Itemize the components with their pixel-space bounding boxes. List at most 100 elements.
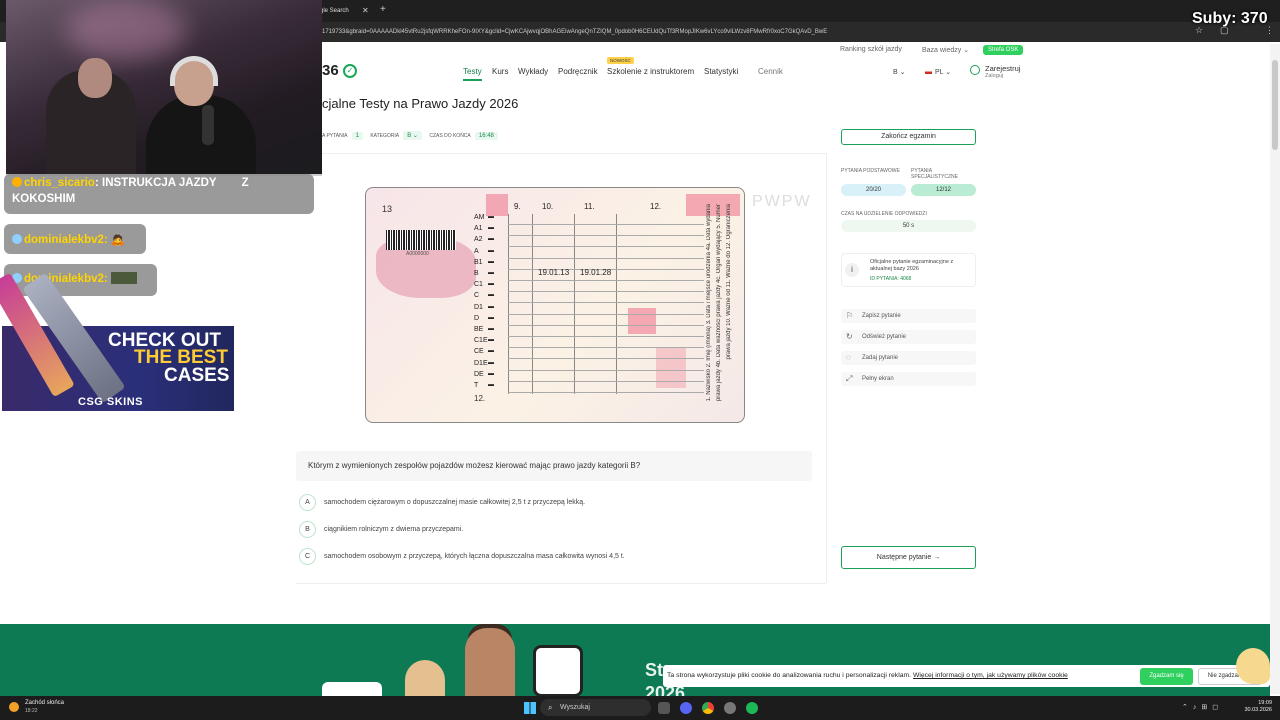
answer-c-text[interactable]: samochodem osobowym z przyczepą, których…: [324, 553, 625, 560]
user-icon[interactable]: [970, 65, 980, 75]
licence-category-label: BE: [474, 326, 484, 333]
grid-line: [508, 214, 509, 394]
new-tab-icon[interactable]: +: [380, 2, 386, 18]
grid-line: [508, 392, 704, 393]
licence-category-label: D1E: [474, 359, 488, 367]
webcam-light: [66, 0, 186, 60]
vehicle-icon: ▬: [488, 225, 494, 232]
end-exam-button[interactable]: Zakończ egzamin: [841, 129, 976, 145]
grid-line: [616, 214, 617, 394]
banner-person: [405, 660, 445, 700]
baza-wiedzy-link[interactable]: Baza wiedzy ⌄: [922, 46, 969, 54]
side-legend-3: prawa jazdy 10. Ważne od 11. Ważne do 12…: [726, 204, 732, 360]
language-select[interactable]: PL ⌄: [935, 68, 951, 76]
licence-category-label: D: [474, 314, 480, 322]
question-text: Którym z wymienionych zespołów pojazdów …: [308, 461, 641, 470]
grid-line: [508, 380, 704, 382]
chrome-icon[interactable]: [702, 702, 714, 714]
strefa-osk-button[interactable]: Strefa OSK: [983, 45, 1024, 55]
bookmark-icon: ⚐: [846, 311, 854, 320]
basic-questions-value: 20/20: [841, 184, 906, 196]
app-icon[interactable]: [724, 702, 736, 714]
baza-wiedzy-label: Baza wiedzy: [922, 47, 962, 54]
ask-question-button[interactable]: ◌ Zadaj pytanie: [841, 351, 976, 365]
date-valid-from: 19.01.13: [538, 268, 570, 277]
question-number: 1: [351, 132, 363, 140]
refresh-question-label: Odśwież pytanie: [862, 334, 907, 340]
chat-message: chris_sicario: INSTRUKCJA JAZDY Z KOKOSH…: [4, 174, 314, 214]
tab-close-icon[interactable]: ✕: [362, 3, 369, 19]
nav-statystyki[interactable]: Statystyki: [704, 67, 738, 76]
support-chat-icon[interactable]: [1236, 648, 1270, 684]
answer-b-button[interactable]: B: [299, 521, 316, 538]
spotify-icon[interactable]: [746, 702, 758, 714]
nav-wyklady[interactable]: Wykłady: [518, 67, 548, 76]
refresh-question-button[interactable]: ↻ Odśwież pytanie: [841, 330, 976, 344]
nav-podrecznik[interactable]: Podręcznik: [558, 67, 598, 76]
task-view-icon[interactable]: [658, 702, 670, 714]
banner-headline: St: [645, 660, 663, 680]
vehicle-icon: ▬: [488, 382, 494, 388]
ranking-link[interactable]: Ranking szkół jazdy: [840, 46, 902, 53]
ask-question-label: Zadaj pytanie: [862, 355, 899, 361]
next-question-button[interactable]: Następne pytanie →: [841, 546, 976, 569]
weather-icon[interactable]: [9, 702, 19, 712]
category-value[interactable]: B ⌄: [403, 131, 422, 140]
answer-c-button[interactable]: C: [299, 548, 316, 565]
logo[interactable]: 36: [322, 62, 339, 79]
grid-line: [574, 214, 575, 394]
vehicle-icon: ▬: [488, 370, 494, 377]
scrollbar-thumb[interactable]: [1272, 60, 1278, 150]
vehicle-icon: ▬: [488, 337, 494, 344]
grid-line: [508, 246, 704, 248]
answer-b-text[interactable]: ciągnikiem rolniczym z dwiema przyczepam…: [324, 526, 463, 533]
webcam-overlay: [6, 0, 322, 176]
nav-kurs[interactable]: Kurs: [492, 67, 508, 76]
cookie-info-link[interactable]: Więcej informacji o tym, jak używamy pli…: [913, 672, 1068, 679]
licence-field-13: 13: [382, 204, 393, 214]
basic-questions-label: PYTANIA PODSTAWOWE: [841, 168, 900, 174]
url-text[interactable]: 1719733&gbraid=0AAAAADkl45vtRu2jsfqWRRKh…: [322, 26, 827, 38]
chat-text: Z: [241, 177, 249, 189]
col-10-header: 10.: [542, 202, 554, 211]
licence-category-label: AM: [474, 214, 485, 221]
banner-phone: [533, 645, 583, 697]
system-tray[interactable]: ⌃♪⊞◻: [1182, 703, 1223, 711]
register-link[interactable]: Zarejestruj: [985, 64, 1020, 73]
date-valid-to: 19.01.28: [580, 268, 612, 277]
category-label: KATEGORIA: [370, 133, 399, 139]
nav-cennik[interactable]: Cennik: [758, 67, 783, 76]
licence-category-label: C1E: [474, 337, 488, 345]
col-11-header: 11.: [584, 202, 595, 211]
grid-line: [508, 358, 704, 360]
vehicle-icon: ▬: [488, 326, 494, 332]
nav-szkolenie[interactable]: Szkolenie z instruktorem: [607, 67, 694, 76]
vehicle-icon: ▬: [488, 303, 494, 310]
question-id: ID PYTANIA: 4068: [870, 276, 912, 282]
answer-a-text[interactable]: samochodem ciężarowym o dopuszczalnej ma…: [324, 499, 585, 506]
grid-line: [508, 369, 704, 371]
fullscreen-button[interactable]: ⤢ Pełny ekran: [841, 372, 976, 386]
licence-category-grid: 9. 10. 11. 12. AM ▬ A1 ▬ A2 ▬ A ▬ B1 ▬ B ▬ C1 ▬ C ▬ D1 ▬ D…: [474, 200, 706, 396]
cookie-accept-button[interactable]: Zgadzam się: [1140, 668, 1193, 685]
save-question-button[interactable]: ⚐ Zapisz pytanie: [841, 309, 976, 323]
watermark: PWPW: [752, 193, 812, 210]
chat-username: chris_sicario: [24, 177, 95, 189]
taskbar-search[interactable]: [540, 699, 651, 716]
question-label: A PYTANIA: [322, 133, 348, 139]
licence-category-label: A: [474, 247, 479, 255]
side-legend-2: prawa jazdy 4b. Data ważności prawa jazd…: [716, 204, 722, 402]
clock[interactable]: 19:09 30.03.2026: [1240, 700, 1272, 714]
taskbar-search-label: Wyszukaj: [560, 704, 590, 711]
streamer-person: [146, 95, 256, 174]
save-question-label: Zapisz pytanie: [862, 313, 901, 319]
info-text: Oficjalne pytanie egzaminacyjne z aktual…: [870, 259, 954, 272]
nav-testy[interactable]: Testy: [463, 67, 482, 81]
windows-start-icon[interactable]: [524, 702, 536, 714]
category-select[interactable]: B ⌄: [893, 68, 905, 76]
answer-a-button[interactable]: A: [299, 494, 316, 511]
login-link[interactable]: Zaloguj: [985, 73, 1003, 79]
logo-check-icon: ✓: [343, 64, 357, 78]
discord-icon[interactable]: [680, 702, 692, 714]
answer-time-label: CZAS NA UDZIELENIE ODPOWIEDZI: [841, 211, 927, 217]
